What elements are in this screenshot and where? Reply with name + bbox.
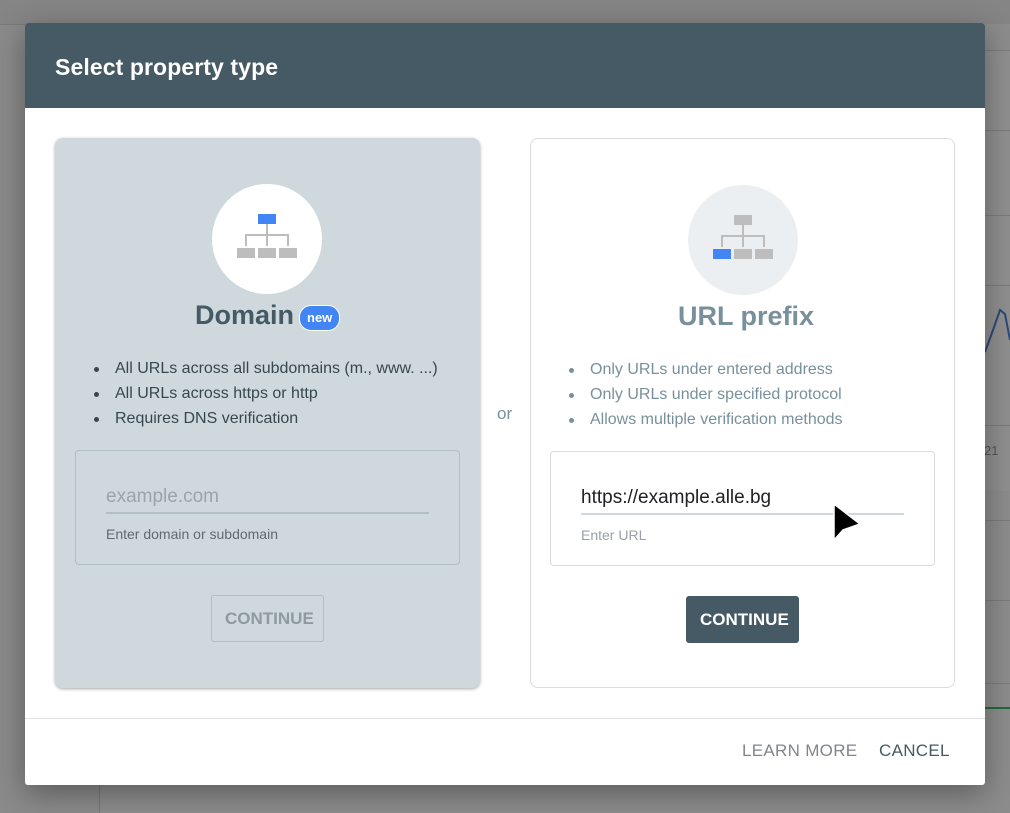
background-row-divider <box>985 130 1010 131</box>
new-badge: new <box>299 305 341 331</box>
domain-card[interactable]: Domain new All URLs across all subdomain… <box>55 138 480 688</box>
url-prefix-bullet-list: Only URLs under entered address Only URL… <box>568 357 843 432</box>
url-input-box: Enter URL <box>550 451 935 566</box>
url-continue-button[interactable]: CONTINUE <box>686 596 799 643</box>
domain-input-box: Enter domain or subdomain <box>75 450 460 565</box>
background-row-divider <box>985 600 1010 601</box>
list-item: Allows multiple verification methods <box>568 407 843 432</box>
select-property-dialog: Select property type Domain new All URLs… <box>25 23 985 785</box>
domain-bullet-list: All URLs across all subdomains (m., www.… <box>93 356 438 431</box>
sitemap-icon <box>713 215 773 259</box>
domain-icon-circle <box>212 184 322 294</box>
list-item: All URLs across all subdomains (m., www.… <box>93 356 438 381</box>
domain-input-helper: Enter domain or subdomain <box>106 526 278 542</box>
url-prefix-icon-circle <box>688 185 798 295</box>
domain-continue-button[interactable]: CONTINUE <box>211 595 324 642</box>
or-separator: or <box>497 404 513 423</box>
domain-input[interactable] <box>106 481 429 514</box>
footer-divider <box>25 718 985 719</box>
url-prefix-card[interactable]: URL prefix Only URLs under entered addre… <box>530 138 955 688</box>
background-topbar <box>0 0 1010 25</box>
mouse-pointer-icon <box>833 503 861 541</box>
cancel-button[interactable]: CANCEL <box>879 741 950 761</box>
sitemap-icon <box>237 214 297 258</box>
background-tick-label: 21 <box>984 443 999 458</box>
list-item: Only URLs under entered address <box>568 357 843 382</box>
url-input-helper: Enter URL <box>581 527 647 543</box>
background-row-divider <box>985 520 1010 521</box>
background-row-divider <box>985 285 1010 286</box>
learn-more-button[interactable]: LEARN MORE <box>742 741 857 761</box>
dialog-title: Select property type <box>55 54 279 80</box>
list-item: Requires DNS verification <box>93 406 438 431</box>
list-item: Only URLs under specified protocol <box>568 382 843 407</box>
background-chart-green-line <box>985 707 1010 709</box>
list-item: All URLs across https or http <box>93 381 438 406</box>
background-row-divider <box>985 683 1010 684</box>
background-row-divider <box>985 215 1010 216</box>
dialog-header: Select property type <box>25 23 985 108</box>
background-chart-line <box>985 308 1010 353</box>
domain-title: Domain <box>195 300 295 330</box>
background-row-divider <box>985 425 1010 426</box>
url-prefix-title: URL prefix <box>678 301 815 331</box>
